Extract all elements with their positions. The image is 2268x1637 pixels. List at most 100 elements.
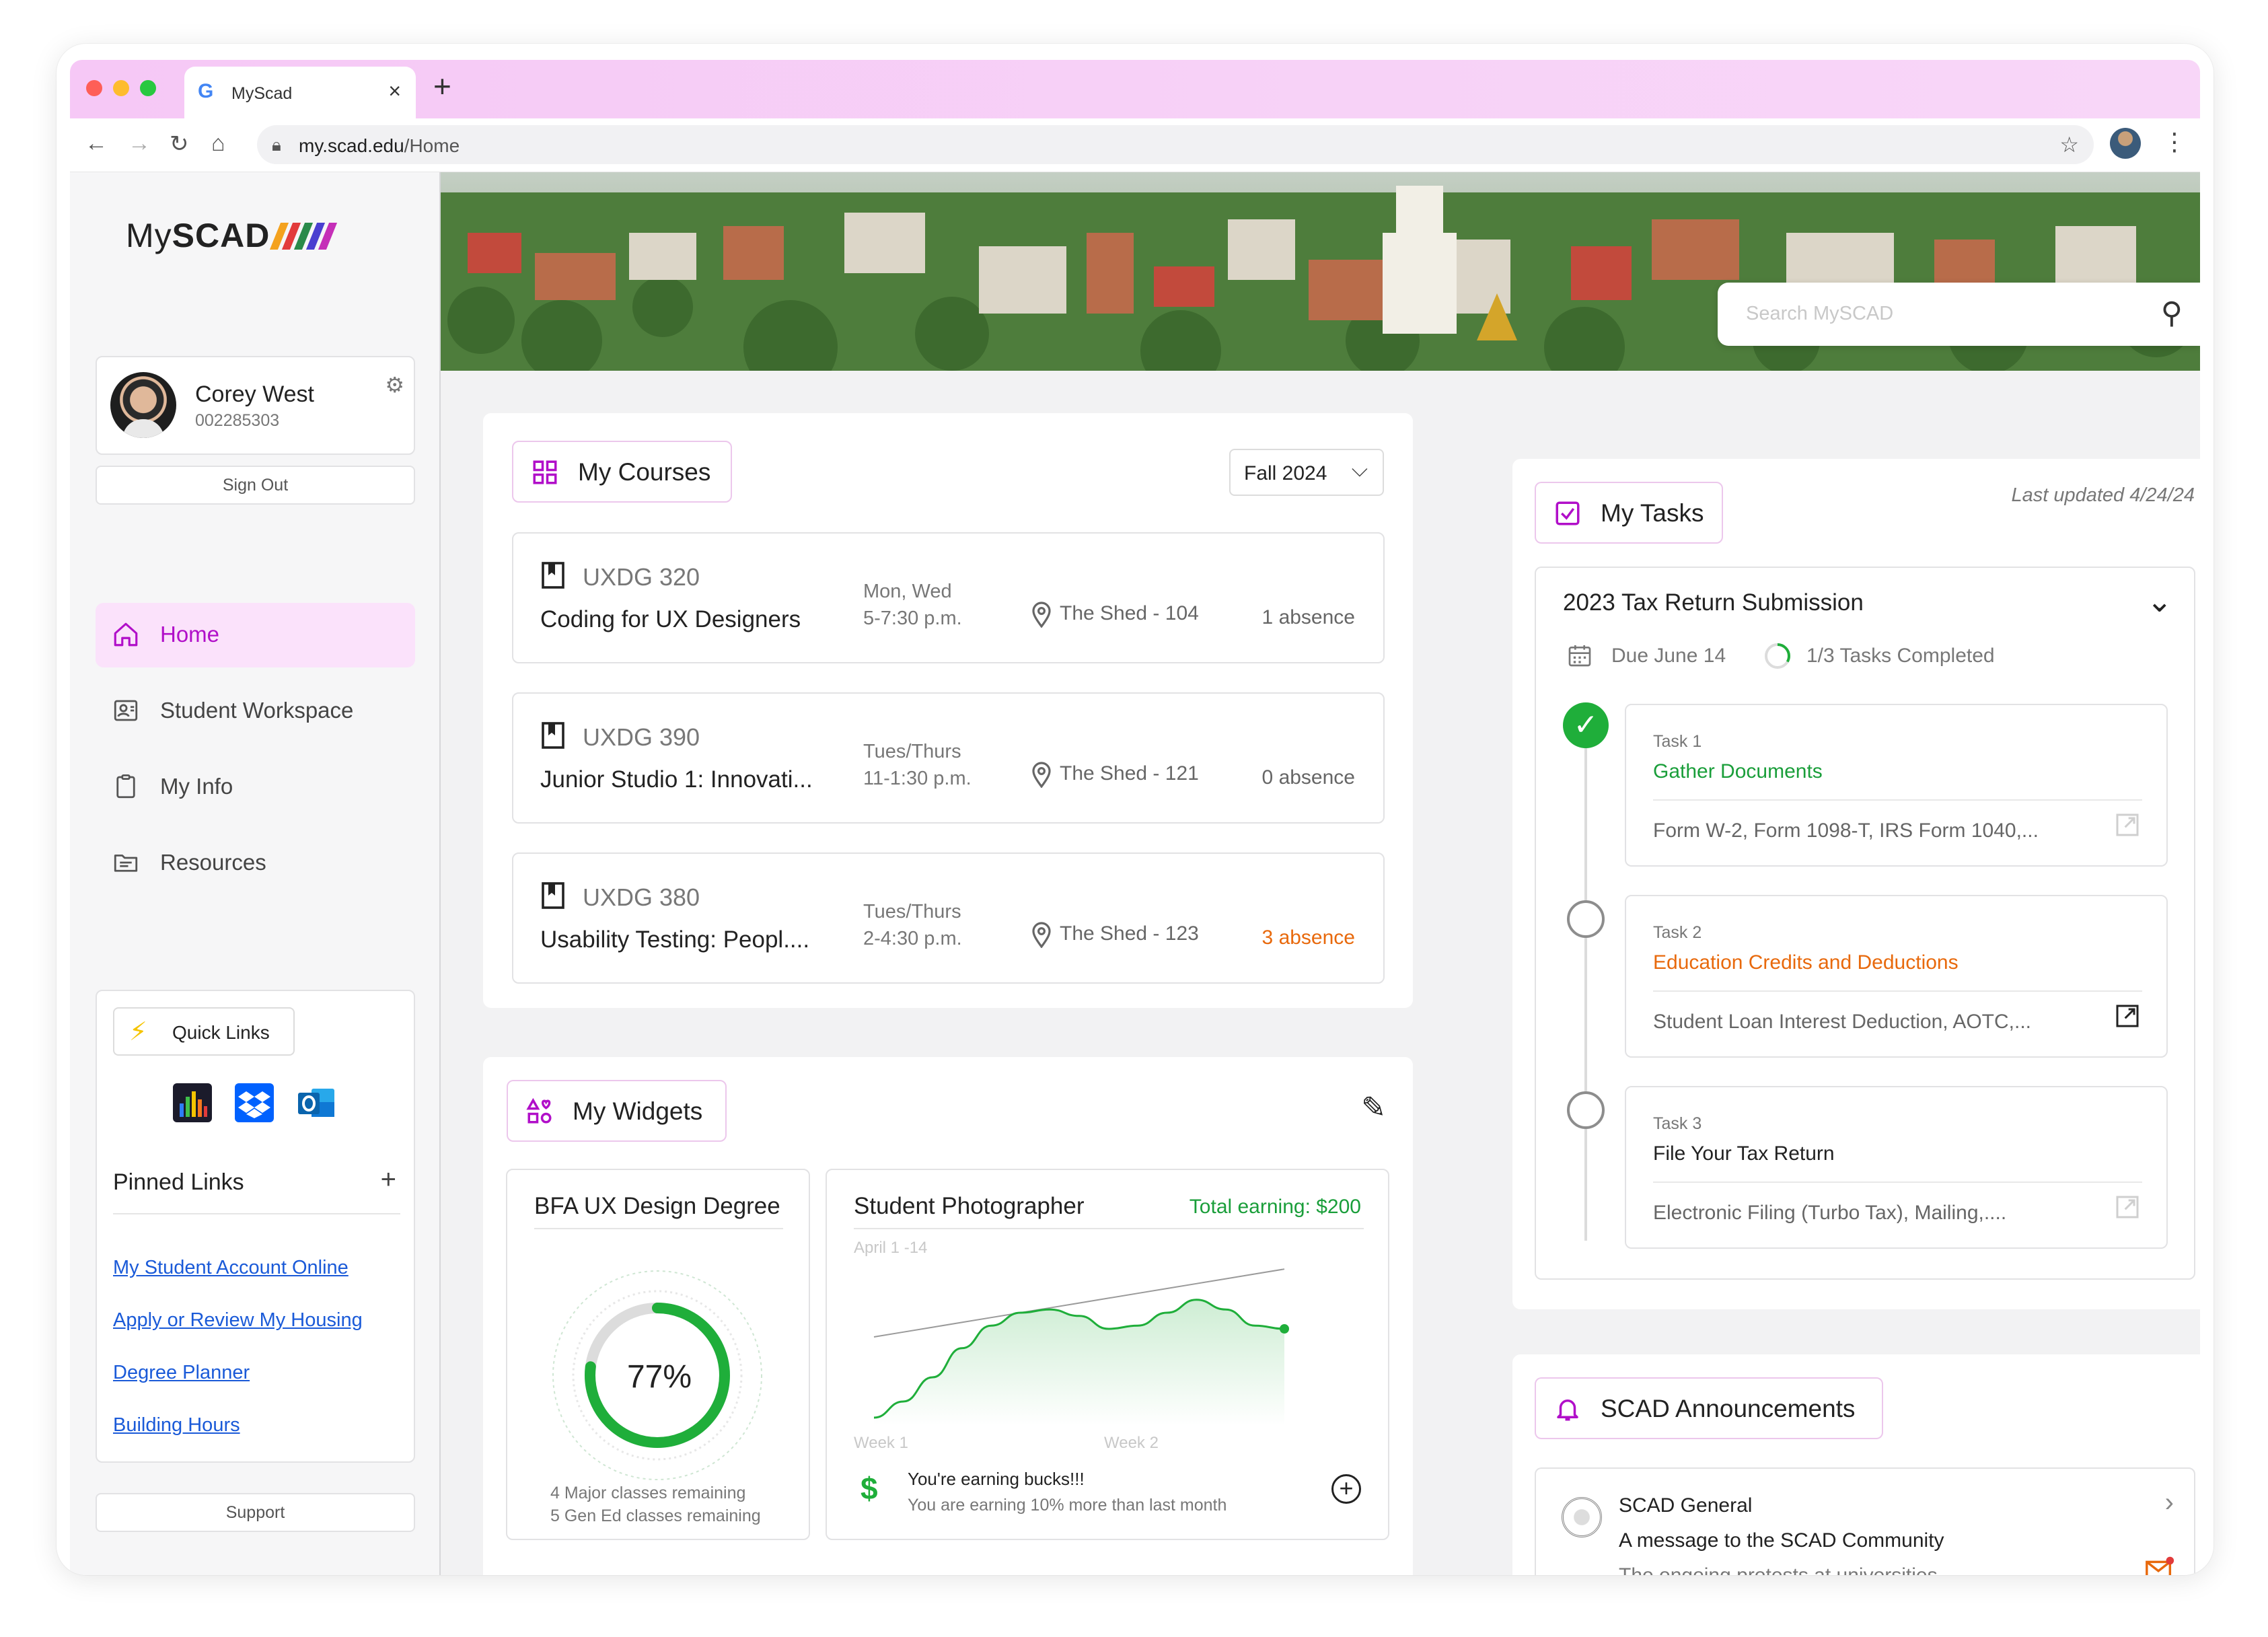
last-updated: Last updated 4/24/24 [2011, 484, 2195, 506]
calendar-icon [1568, 645, 1591, 667]
search-box[interactable]: Search MySCAD ⚲ [1718, 283, 2200, 346]
announcement-source: SCAD General [1619, 1494, 1753, 1517]
add-circle-icon[interactable]: + [1331, 1474, 1361, 1504]
home-browser-icon[interactable]: ⌂ [211, 131, 225, 157]
sidebar-item-label: Home [160, 622, 220, 647]
student-photographer-widget[interactable]: Student Photographer Total earning: $200… [826, 1169, 1389, 1540]
task-pending-circle[interactable] [1567, 900, 1605, 938]
due-date: Due June 14 [1611, 645, 1726, 667]
chart-last-point [1280, 1324, 1289, 1334]
progress-ring-icon [1765, 643, 1790, 669]
support-button[interactable]: Support [96, 1493, 415, 1532]
earning-message-subtitle: You are earning 10% more than last month [908, 1496, 1227, 1515]
outlook-icon[interactable] [297, 1083, 336, 1122]
bookmark-star-icon[interactable]: ☆ [2059, 132, 2079, 157]
term-select[interactable]: Fall 2024 ⌵ [1229, 449, 1384, 496]
chart-app-icon[interactable] [173, 1083, 212, 1122]
logo-text-bold: SCAD [172, 217, 270, 254]
announcement-item[interactable]: SCAD General A message to the SCAD Commu… [1535, 1467, 2195, 1575]
pinned-link-student-account[interactable]: My Student Account Online [113, 1257, 349, 1279]
chevron-right-icon[interactable]: › [2165, 1488, 2174, 1518]
search-icon[interactable]: ⚲ [2161, 296, 2183, 330]
dropbox-icon[interactable] [235, 1083, 274, 1122]
close-window-button[interactable] [86, 80, 102, 96]
sidebar-item-student-workspace[interactable]: Student Workspace [96, 679, 415, 743]
course-days: Mon, Wed [863, 581, 952, 602]
task-pending-circle[interactable] [1567, 1091, 1605, 1129]
task-number: Task 2 [1653, 923, 1702, 942]
course-card-uxdg-320[interactable]: UXDG 320 Coding for UX Designers Mon, We… [512, 532, 1385, 663]
maximize-window-button[interactable] [140, 80, 156, 96]
book-icon [542, 562, 564, 589]
location-pin-icon [1032, 602, 1051, 628]
course-card-uxdg-380[interactable]: UXDG 380 Usability Testing: Peopl.... Tu… [512, 852, 1385, 984]
divider [854, 1228, 1364, 1229]
sidebar-item-home[interactable]: Home [96, 603, 415, 667]
course-room: The Shed - 123 [1060, 922, 1199, 945]
course-absence: 0 absence [1261, 766, 1355, 789]
chart-area-fill [874, 1299, 1284, 1426]
address-bar-row: ← → ↻ ⌂ 🔒︎ my.scad.edu/Home ☆ ⋮ [70, 118, 2200, 172]
earnings-chart [873, 1268, 1289, 1426]
course-name: Junior Studio 1: Innovati... [540, 766, 813, 793]
degree-title: BFA UX Design Degree [534, 1193, 780, 1219]
degree-progress-widget[interactable]: BFA UX Design Degree 77% 4 Major classes… [506, 1169, 810, 1540]
external-link-icon[interactable] [2114, 1003, 2141, 1029]
task-card-3[interactable]: Task 3 File Your Tax Return Electronic F… [1625, 1086, 2168, 1249]
pinned-link-housing[interactable]: Apply or Review My Housing [113, 1309, 363, 1332]
grid-icon [533, 460, 557, 484]
widgets-icon [526, 1097, 552, 1124]
course-time: 5-7:30 p.m. [863, 608, 962, 629]
task-card-2[interactable]: Task 2 Education Credits and Deductions … [1625, 895, 2168, 1058]
reload-icon[interactable]: ↻ [170, 131, 189, 157]
my-courses-card: My Courses Fall 2024 ⌵ UXDG 320 Coding f… [483, 413, 1413, 1008]
external-link-icon[interactable] [2114, 1194, 2141, 1221]
forward-icon[interactable]: → [128, 131, 151, 157]
announcements-title: SCAD Announcements [1601, 1395, 1856, 1422]
course-name: Usability Testing: Peopl.... [540, 926, 810, 953]
my-courses-title: My Courses [578, 458, 711, 486]
edit-widgets-icon[interactable]: ✎ [1361, 1091, 1386, 1125]
unread-mail-icon[interactable] [2144, 1555, 2175, 1575]
profile-card: Corey West 002285303 ⚙ [96, 356, 415, 455]
sign-out-button[interactable]: Sign Out [96, 466, 415, 505]
sidebar-item-label: Student Workspace [160, 698, 354, 723]
add-pinned-link-button[interactable]: + [381, 1165, 396, 1195]
my-tasks-header: My Tasks [1535, 482, 1723, 544]
sidebar-item-my-info[interactable]: My Info [96, 755, 415, 820]
task-number: Task 1 [1653, 732, 1702, 751]
chevron-down-icon[interactable]: ⌄ [2146, 583, 2172, 619]
browser-profile-avatar[interactable] [2110, 128, 2141, 159]
sidebar-item-resources[interactable]: Resources [96, 831, 415, 896]
myscad-logo[interactable]: MySCAD [126, 216, 338, 255]
degree-percent: 77% [626, 1359, 692, 1395]
back-icon[interactable]: ← [85, 131, 108, 157]
quick-links-button[interactable]: ⚡︎ Quick Links [113, 1007, 295, 1056]
chart-x-label-week2: Week 2 [1104, 1434, 1159, 1452]
pinned-link-degree-planner[interactable]: Degree Planner [113, 1362, 250, 1384]
my-widgets-header: My Widgets [507, 1080, 727, 1142]
course-code: UXDG 380 [583, 883, 700, 911]
search-input[interactable]: Search MySCAD [1746, 303, 1893, 325]
folder-icon [114, 854, 138, 872]
pinned-link-building-hours[interactable]: Building Hours [113, 1414, 240, 1436]
tab-close-button[interactable]: × [388, 79, 401, 104]
gear-icon[interactable]: ⚙ [385, 372, 404, 398]
external-link-icon[interactable] [2114, 811, 2141, 838]
url-field[interactable]: 🔒︎ my.scad.edu/Home ☆ [257, 125, 2094, 164]
browser-menu-icon[interactable]: ⋮ [2162, 128, 2187, 156]
task-card-1[interactable]: Task 1 Gather Documents Form W-2, Form 1… [1625, 704, 2168, 867]
sidebar: MySCAD Corey West 002285303 ⚙ Sign Out H… [70, 172, 441, 1575]
divider [1653, 1181, 2142, 1183]
tab-title: MyScad [231, 84, 293, 103]
minimize-window-button[interactable] [113, 80, 129, 96]
url-host: my.scad.edu [299, 135, 404, 156]
location-pin-icon [1032, 922, 1051, 948]
new-tab-button[interactable]: + [433, 68, 451, 104]
browser-tab[interactable]: G MyScad × [184, 67, 416, 118]
tasks-progress: 1/3 Tasks Completed [1806, 645, 1995, 667]
task-title: File Your Tax Return [1653, 1142, 1835, 1165]
clipboard-icon [116, 774, 135, 799]
course-card-uxdg-390[interactable]: UXDG 390 Junior Studio 1: Innovati... Tu… [512, 692, 1385, 824]
sidebar-item-label: Resources [160, 850, 266, 875]
